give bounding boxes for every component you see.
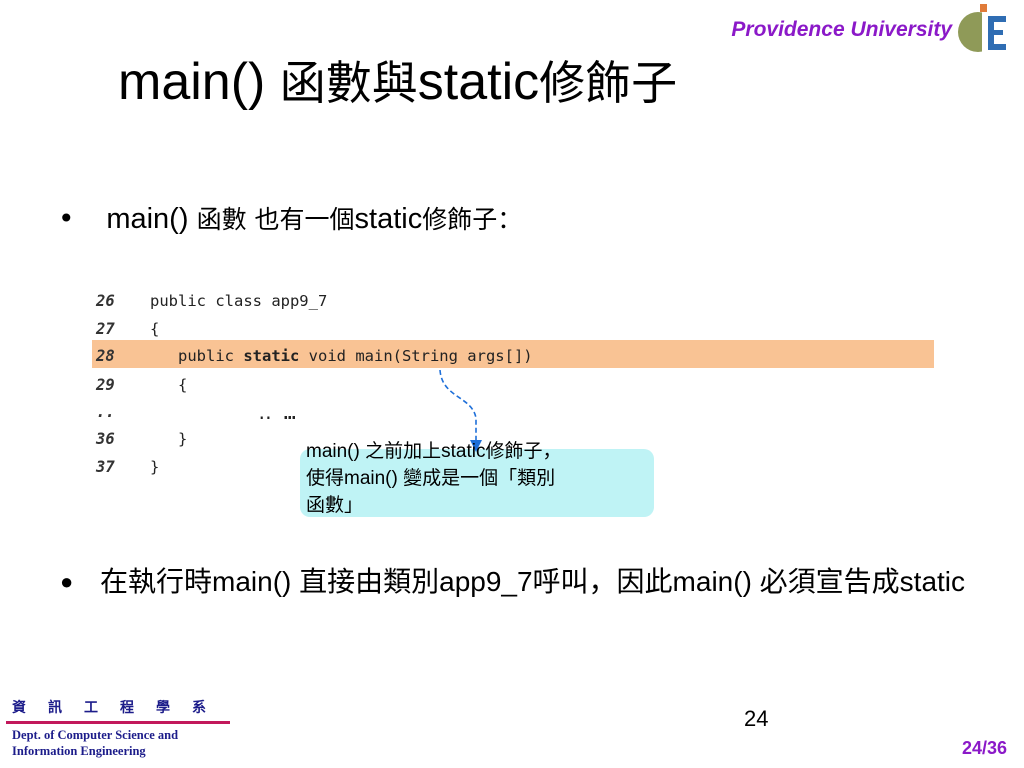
code-line: { (150, 376, 188, 394)
line-number: 27 (96, 320, 115, 338)
university-logo (958, 4, 1008, 52)
code-line: } (150, 458, 160, 476)
footer-en-line: Dept. of Computer Science and (12, 728, 179, 742)
university-name: Providence University (731, 18, 952, 41)
page-of-total: 24/36 (962, 738, 1008, 758)
code-segment: public (150, 347, 244, 365)
line-number: 36 (96, 430, 115, 448)
callout-line: 使得main() 變成是一個「類別 (306, 468, 556, 489)
bullet-1-cjk-a: 函數 也有一個 (196, 205, 355, 234)
line-number: 28 (96, 347, 115, 365)
line-number: .. (96, 403, 115, 421)
bullet-1-latin-b: static (354, 203, 423, 235)
callout-line: main() 之前加上static修飾子， (306, 441, 562, 462)
footer-divider (6, 721, 230, 724)
slide-title: main() 函數與static修飾子 (118, 56, 677, 108)
bullet-1-marker: • (58, 202, 75, 235)
line-number: 29 (96, 376, 115, 394)
footer-department-en: Dept. of Computer Science and Informatio… (12, 727, 178, 759)
bullet-1-latin-a: main() (106, 203, 197, 235)
title-latin-b: static (417, 53, 540, 111)
page-number: 24 (744, 706, 769, 731)
bullet-1: • main() 函數 也有一個static修飾子： (58, 200, 522, 236)
callout-text: main() 之前加上static修飾子， 使得main() 變成是一個「類別 … (306, 438, 672, 519)
footer-en-line: Information Engineering (12, 744, 146, 758)
bullet-2-text: 在執行時main() 直接由類別app9_7呼叫，因此main() 必須宣告成s… (100, 566, 966, 597)
code-line-highlighted: public static void main(String args[]) (150, 347, 533, 365)
bullet-2-marker: ● (60, 569, 74, 594)
static-keyword: static (243, 347, 300, 365)
code-segment: void main(String args[]) (299, 347, 533, 365)
code-ellipsis: ‥ … (150, 400, 296, 424)
callout-line: 函數」 (306, 495, 364, 516)
title-latin-a: main() (118, 53, 280, 111)
line-number: 26 (96, 292, 115, 310)
footer-department-cn: 資訊工程學系 (12, 701, 228, 716)
title-cjk-a: 函數與 (279, 56, 418, 110)
title-cjk-b: 修飾子 (539, 56, 678, 110)
code-line: public class app9_7 (150, 292, 328, 310)
code-line: } (150, 430, 188, 448)
line-number: 37 (96, 458, 115, 476)
code-line: { (150, 320, 160, 338)
bullet-1-cjk-b: 修飾子： (422, 205, 523, 234)
